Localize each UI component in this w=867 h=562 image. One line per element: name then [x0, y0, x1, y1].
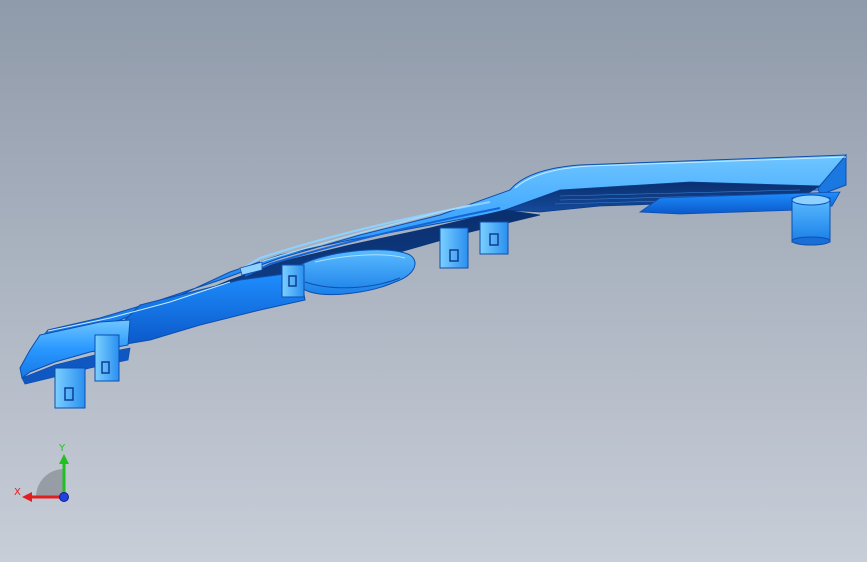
mount-tab-center-2[interactable]: [439, 227, 469, 269]
right-mount-cylinder[interactable]: [791, 194, 831, 246]
mount-tab-left-2[interactable]: [94, 334, 120, 382]
mount-tab-center-3[interactable]: [479, 221, 509, 255]
x-axis-label: X: [14, 487, 21, 498]
z-axis-dot-icon: [59, 492, 69, 502]
cad-part-model[interactable]: [0, 0, 867, 562]
y-axis-label: Y: [58, 443, 66, 454]
cad-3d-viewport[interactable]: Y X: [0, 0, 867, 562]
mount-tab-left-1[interactable]: [54, 367, 86, 409]
triad-plane-quadrant: [36, 469, 64, 497]
mount-tab-center-1[interactable]: [281, 264, 305, 298]
axis-triad: Y X: [14, 443, 69, 502]
